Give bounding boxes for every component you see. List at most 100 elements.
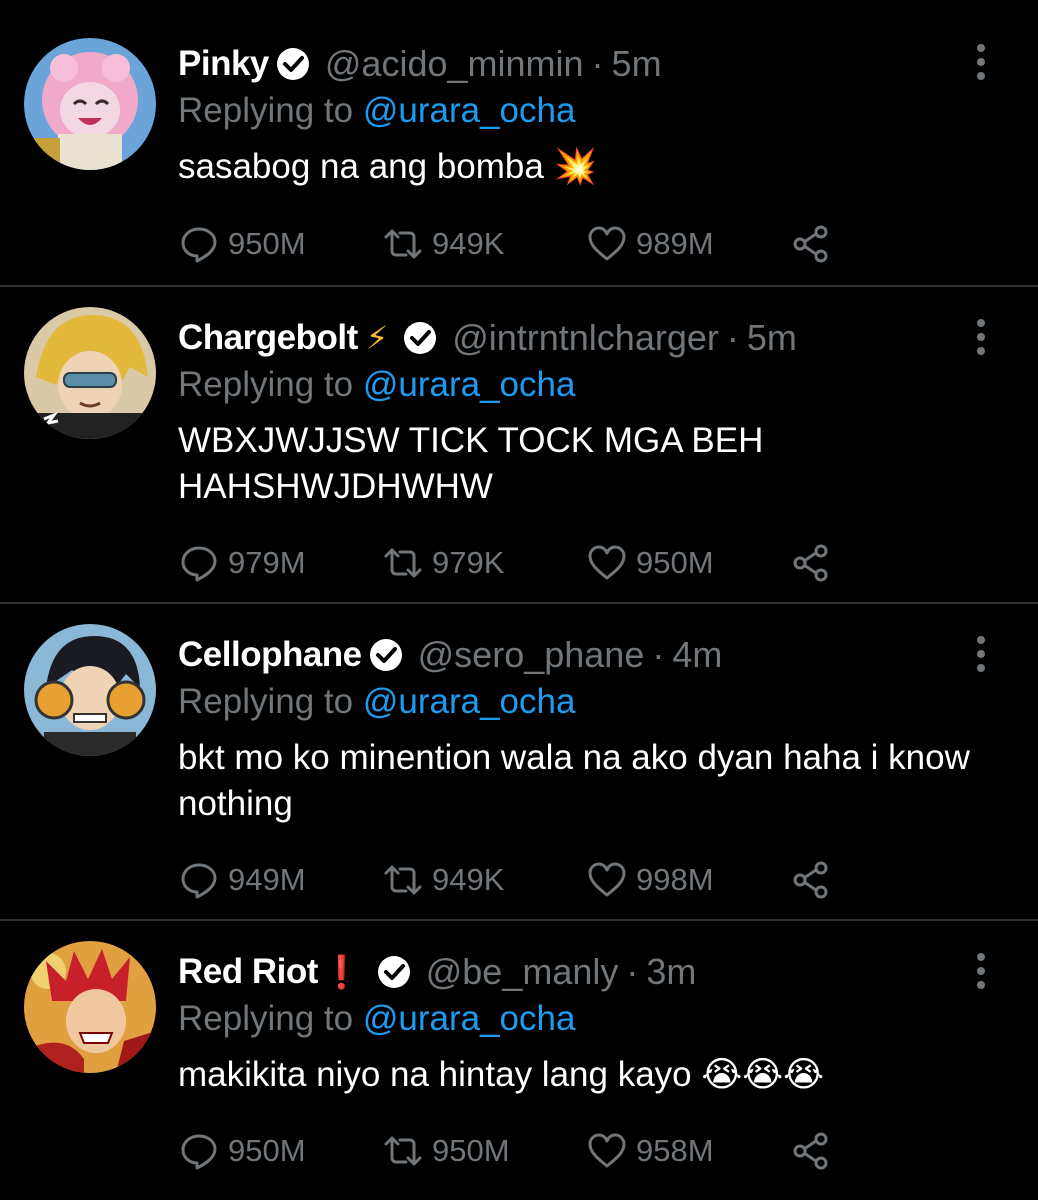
replying-to: Replying to @urara_ocha <box>178 679 1018 725</box>
verified-badge-icon <box>402 320 438 356</box>
exclamation-emoji: ❗ <box>321 954 362 990</box>
replying-prefix: Replying to <box>178 91 363 130</box>
retweet-button[interactable]: 950M <box>382 1130 510 1172</box>
timestamp[interactable]: 4m <box>672 634 722 676</box>
retweet-count: 979K <box>432 545 505 580</box>
retweet-count: 949K <box>432 862 505 897</box>
tweet-header: Cellophane @sero_phane · 4m <box>178 631 1018 679</box>
avatar[interactable] <box>24 307 156 439</box>
separator-dot: · <box>626 951 639 992</box>
tweet-text: makikita niyo na hintay lang kayo 😭😭😭 <box>178 1055 825 1094</box>
verified-badge-icon <box>368 637 404 673</box>
tweet[interactable]: Cellophane @sero_phane · 4m Replying to … <box>0 604 1038 919</box>
display-name[interactable]: Pinky <box>178 44 269 84</box>
heart-icon <box>588 545 626 580</box>
user-handle[interactable]: @acido_minmin <box>325 43 584 85</box>
retweet-button[interactable]: 949K <box>382 859 504 901</box>
timestamp[interactable]: 5m <box>612 43 662 85</box>
like-button[interactable]: 958M <box>586 1130 714 1172</box>
reply-count: 979M <box>228 545 306 580</box>
tweet[interactable]: Red Riot ❗ @be_manly · 3m Replying to @u… <box>0 921 1038 1200</box>
retweet-button[interactable]: 949K <box>382 223 504 265</box>
display-name[interactable]: Cellophane <box>178 635 362 675</box>
like-count: 998M <box>636 862 714 897</box>
reply-icon <box>181 1134 217 1170</box>
reply-icon <box>181 863 217 899</box>
reply-mention-link[interactable]: @urara_ocha <box>363 365 576 404</box>
replying-prefix: Replying to <box>178 999 363 1038</box>
reply-button[interactable]: 979M <box>178 542 306 584</box>
more-options-icon[interactable] <box>974 317 988 357</box>
avatar[interactable] <box>24 38 156 170</box>
avatar[interactable] <box>24 624 156 756</box>
reply-count: 950M <box>228 226 306 261</box>
share-icon <box>793 225 828 263</box>
replying-to: Replying to @urara_ocha <box>178 88 1018 134</box>
like-count: 950M <box>636 545 714 580</box>
heart-icon <box>588 226 626 261</box>
display-name[interactable]: Red Riot <box>178 952 318 992</box>
share-button[interactable] <box>790 1130 840 1172</box>
retweet-count: 949K <box>432 226 505 261</box>
tweet-text: bkt mo ko minention wala na ako dyan hah… <box>178 738 970 823</box>
replying-to: Replying to @urara_ocha <box>178 362 1018 408</box>
more-options-icon[interactable] <box>974 634 988 674</box>
reply-count: 949M <box>228 862 306 897</box>
tweet-feed: Pinky @acido_minmin · 5m Replying to @ur… <box>0 0 1038 1200</box>
like-count: 958M <box>636 1133 714 1168</box>
reply-icon <box>181 546 217 582</box>
reply-mention-link[interactable]: @urara_ocha <box>363 682 576 721</box>
retweet-icon <box>384 548 422 578</box>
reply-button[interactable]: 949M <box>178 859 306 901</box>
reply-button[interactable]: 950M <box>178 223 306 265</box>
retweet-icon <box>384 865 422 895</box>
user-handle[interactable]: @be_manly <box>426 951 619 993</box>
share-button[interactable] <box>790 223 840 265</box>
retweet-icon <box>384 1136 422 1166</box>
reply-mention-link[interactable]: @urara_ocha <box>363 999 576 1038</box>
retweet-button[interactable]: 979K <box>382 542 504 584</box>
like-button[interactable]: 998M <box>586 859 714 901</box>
more-options-icon[interactable] <box>974 951 988 991</box>
verified-badge-icon <box>376 954 412 990</box>
tweet-text: sasabog na ang bomba 💥 <box>178 147 598 186</box>
more-options-icon[interactable] <box>974 42 988 82</box>
replying-prefix: Replying to <box>178 682 363 721</box>
share-icon <box>793 861 828 899</box>
retweet-icon <box>384 229 422 259</box>
blonde-hair-avatar-image <box>24 307 156 439</box>
share-button[interactable] <box>790 542 840 584</box>
like-button[interactable]: 989M <box>586 223 714 265</box>
timestamp[interactable]: 5m <box>747 317 797 359</box>
avatar[interactable] <box>24 941 156 1073</box>
retweet-count: 950M <box>432 1133 510 1168</box>
reply-mention-link[interactable]: @urara_ocha <box>363 91 576 130</box>
reply-button[interactable]: 950M <box>178 1130 306 1172</box>
tweet-header: Pinky @acido_minmin · 5m <box>178 40 1018 88</box>
like-count: 989M <box>636 226 714 261</box>
red-hair-avatar-image <box>24 941 156 1073</box>
like-button[interactable]: 950M <box>586 542 714 584</box>
separator-dot: · <box>726 317 739 358</box>
tweet-header: Red Riot ❗ @be_manly · 3m <box>178 948 1018 996</box>
reply-count: 950M <box>228 1133 306 1168</box>
black-hair-avatar-image <box>24 624 156 756</box>
heart-icon <box>588 1133 626 1168</box>
separator-dot: · <box>652 634 665 675</box>
heart-icon <box>588 862 626 897</box>
timestamp[interactable]: 3m <box>646 951 696 993</box>
reply-icon <box>181 227 217 263</box>
display-name[interactable]: Chargebolt <box>178 318 358 358</box>
lightning-emoji: ⚡ <box>365 320 389 356</box>
pink-hair-avatar-image <box>24 38 156 170</box>
share-icon <box>793 544 828 582</box>
share-button[interactable] <box>790 859 840 901</box>
replying-prefix: Replying to <box>178 365 363 404</box>
share-icon <box>793 1132 828 1170</box>
verified-badge-icon <box>275 46 311 82</box>
separator-dot: · <box>591 43 604 84</box>
user-handle[interactable]: @sero_phane <box>418 634 645 676</box>
tweet[interactable]: Pinky @acido_minmin · 5m Replying to @ur… <box>0 0 1038 285</box>
tweet[interactable]: Chargebolt ⚡ @intrntnlcharger · 5m Reply… <box>0 287 1038 602</box>
user-handle[interactable]: @intrntnlcharger <box>452 317 719 359</box>
